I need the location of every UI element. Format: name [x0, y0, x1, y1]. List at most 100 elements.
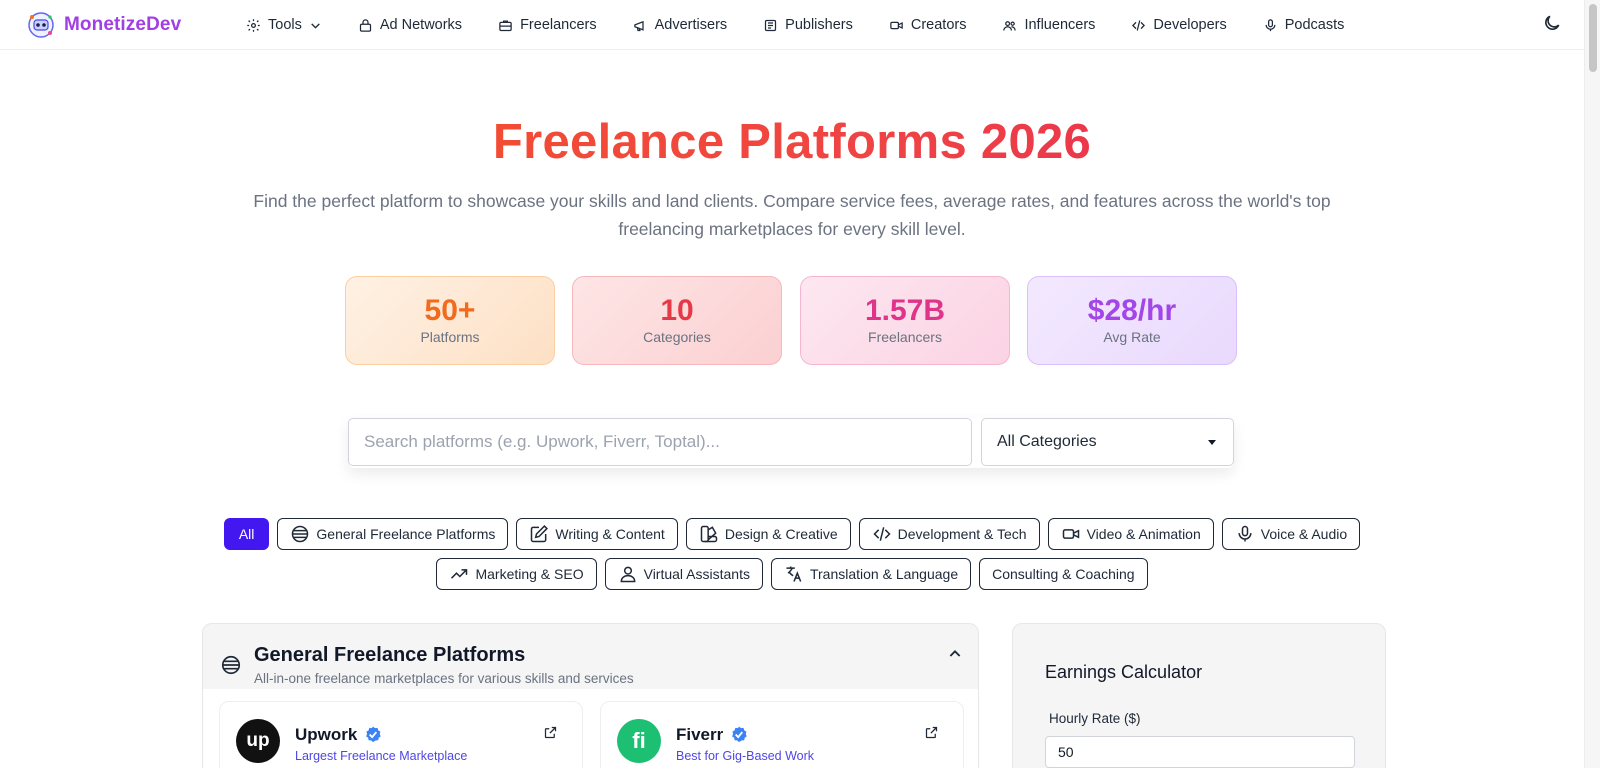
- filter-chip-video[interactable]: Video & Animation: [1047, 518, 1214, 550]
- stat-value: $28/hr: [1087, 294, 1177, 327]
- stat-value: 1.57B: [864, 294, 946, 327]
- chevron-up-icon[interactable]: [947, 646, 963, 662]
- users-icon: [1003, 20, 1017, 31]
- platform-card-fiverr[interactable]: fi Fiverr Best for Gig-Based Work: [600, 701, 964, 768]
- filter-chip-consulting[interactable]: Consulting & Coaching: [979, 558, 1148, 590]
- platform-tagline: Best for Gig-Based Work: [676, 749, 815, 763]
- nav-advertisers-label: Advertisers: [654, 17, 728, 33]
- platform-tagline: Largest Freelance Marketplace: [295, 749, 468, 763]
- page-subtitle: Find the perfect platform to showcase yo…: [253, 191, 1331, 239]
- search-input[interactable]: [348, 418, 972, 466]
- search-bar: All Categories: [348, 418, 1234, 468]
- nav-developers-label: Developers: [1153, 17, 1227, 33]
- gear-icon: [247, 18, 260, 32]
- section-title: General Freelance Platforms: [254, 644, 526, 666]
- platform-name-text: Upwork: [295, 725, 358, 744]
- filter-chip-voice[interactable]: Voice & Audio: [1221, 518, 1361, 550]
- nav-influencers-label: Influencers: [1024, 17, 1096, 33]
- platform-card-upwork[interactable]: up Upwork Largest Freelance Marketplace: [219, 701, 583, 768]
- palette-icon: [700, 525, 718, 543]
- filter-chip-development[interactable]: Development & Tech: [858, 518, 1040, 550]
- platform-name-text: Fiverr: [676, 725, 724, 744]
- stat-value: 10: [660, 294, 694, 327]
- category-select[interactable]: All Categories: [981, 418, 1234, 466]
- filter-chip-all[interactable]: All: [223, 518, 270, 550]
- globe-icon: [221, 655, 241, 675]
- nav-influencers[interactable]: Influencers: [1002, 17, 1095, 33]
- filter-chip-label: Translation & Language: [809, 566, 959, 582]
- filter-chip-marketing[interactable]: Marketing & SEO: [436, 558, 597, 590]
- stat-label: Freelancers: [868, 329, 942, 345]
- code-icon: [873, 527, 891, 541]
- logo-text: up: [246, 730, 270, 751]
- nav-podcasts-label: Podcasts: [1284, 17, 1345, 33]
- filter-chip-label: Voice & Audio: [1260, 526, 1348, 542]
- upwork-logo: up: [236, 719, 280, 763]
- filter-chip-general[interactable]: General Freelance Platforms: [277, 518, 509, 550]
- filter-chip-writing[interactable]: Writing & Content: [516, 518, 678, 550]
- nav-freelancers-label: Freelancers: [520, 17, 597, 33]
- filter-chip-design[interactable]: Design & Creative: [685, 518, 851, 550]
- nav-freelancers[interactable]: Freelancers: [498, 17, 597, 33]
- nav-podcasts[interactable]: Podcasts: [1263, 17, 1345, 33]
- filter-chip-label: Virtual Assistants: [643, 566, 750, 582]
- category-select-value: All Categories: [997, 433, 1097, 450]
- verified-badge-icon: [732, 726, 747, 743]
- nav-ad-networks-label: Ad Networks: [379, 17, 463, 33]
- megaphone-icon: [633, 20, 644, 31]
- hourly-rate-input[interactable]: 50: [1045, 736, 1355, 768]
- logo-robot-icon: [28, 12, 54, 38]
- nav-tools[interactable]: Tools: [246, 17, 322, 33]
- filter-chip-label: Writing & Content: [555, 526, 665, 542]
- stat-label: Avg Rate: [1103, 329, 1161, 345]
- page-scrollbar[interactable]: [1584, 0, 1600, 768]
- nav-creators[interactable]: Creators: [889, 17, 966, 33]
- nav-publishers-label: Publishers: [785, 17, 853, 33]
- filter-chip-label: Video & Animation: [1086, 526, 1201, 542]
- top-nav: MonetizeDev Tools Ad Networks Freelancer…: [0, 0, 1584, 50]
- scrollbar-thumb[interactable]: [1589, 4, 1597, 72]
- filter-chips-row-2: Marketing & SEO Virtual Assistants Trans…: [0, 558, 1584, 590]
- brand-logo[interactable]: MonetizeDev: [26, 10, 181, 40]
- pencil-square-icon: [531, 525, 549, 543]
- filter-chip-label: Development & Tech: [897, 526, 1027, 542]
- trending-up-icon: [451, 569, 468, 579]
- nav-tools-label: Tools: [268, 17, 302, 33]
- briefcase-icon: [499, 20, 512, 31]
- filter-chip-translation[interactable]: Translation & Language: [770, 558, 972, 590]
- platform-name: Fiverr: [676, 725, 749, 745]
- fiverr-logo: fi: [617, 719, 661, 763]
- mic-icon: [1238, 525, 1252, 542]
- stat-card-platforms: 50+ Platforms: [345, 276, 555, 365]
- external-link-icon[interactable]: [543, 725, 558, 740]
- globe-icon: [292, 525, 309, 543]
- filter-chip-label: Design & Creative: [724, 526, 838, 542]
- stat-label: Platforms: [420, 329, 480, 345]
- lock-icon: [359, 18, 371, 32]
- stat-card-avg-rate: $28/hr Avg Rate: [1027, 276, 1237, 365]
- nav-advertisers[interactable]: Advertisers: [633, 17, 728, 33]
- filter-chip-virtual-assistants[interactable]: Virtual Assistants: [604, 558, 763, 590]
- filter-chip-label: All: [238, 526, 255, 542]
- section-description: All-in-one freelance marketplaces for va…: [254, 671, 634, 686]
- filter-chip-label: Marketing & SEO: [475, 566, 584, 582]
- page-title: Freelance Platforms 2026: [0, 114, 1584, 170]
- translate-icon: [786, 566, 802, 582]
- logo-text: fi: [632, 728, 646, 753]
- user-icon: [620, 566, 636, 583]
- nav-publishers[interactable]: Publishers: [763, 17, 853, 33]
- caret-down-icon: [1208, 440, 1216, 445]
- earnings-calculator: Earnings Calculator Hourly Rate ($) 50: [1012, 623, 1386, 768]
- theme-toggle-button[interactable]: [1542, 13, 1564, 35]
- external-link-icon[interactable]: [924, 725, 939, 740]
- nav-ad-networks[interactable]: Ad Networks: [358, 17, 462, 33]
- calculator-title: Earnings Calculator: [1045, 662, 1203, 682]
- brand-name: MonetizeDev: [64, 14, 182, 35]
- hourly-rate-label: Hourly Rate ($): [1049, 711, 1141, 726]
- nav-developers[interactable]: Developers: [1131, 17, 1227, 33]
- stat-label: Categories: [643, 329, 711, 345]
- platform-name: Upwork: [295, 725, 383, 745]
- chevron-down-icon: [311, 22, 320, 29]
- nav-links: Tools Ad Networks Freelancers Advertiser…: [246, 0, 1380, 50]
- hourly-rate-value: 50: [1058, 744, 1074, 760]
